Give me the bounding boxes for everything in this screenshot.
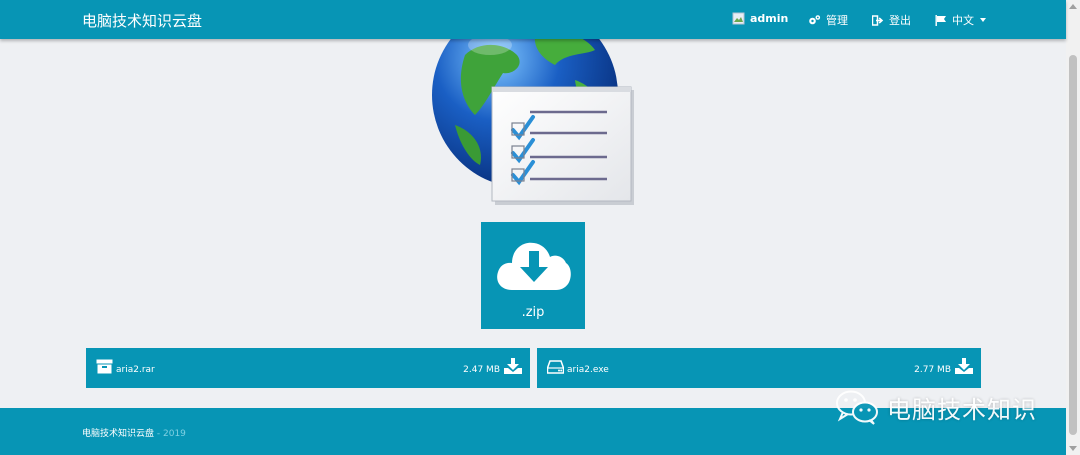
footer-year: - 2019 xyxy=(156,429,186,439)
admin-label: 管理 xyxy=(826,14,848,27)
footer-copyright: 电脑技术知识云盘 - 2019 xyxy=(82,426,186,439)
top-navbar: 电脑技术知识云盘 admin 管理 登出 中文 xyxy=(0,0,1066,39)
download-icon[interactable] xyxy=(504,358,522,374)
file-name: aria2.exe xyxy=(567,365,609,375)
language-label: 中文 xyxy=(952,14,974,27)
user-name: admin xyxy=(750,12,789,25)
file-item-exe[interactable]: aria2.exe 2.77 MB xyxy=(537,348,981,388)
scroll-down-arrow-icon[interactable] xyxy=(1069,446,1077,451)
file-size: 2.77 MB xyxy=(914,365,951,375)
file-name: aria2.rar xyxy=(116,365,155,375)
footer-site-link[interactable]: 电脑技术知识云盘 xyxy=(82,429,154,439)
logout-label: 登出 xyxy=(889,14,911,27)
flag-icon xyxy=(935,14,946,26)
wechat-icon xyxy=(836,390,878,425)
logout-link[interactable]: 登出 xyxy=(872,12,911,28)
user-menu[interactable]: admin xyxy=(732,12,788,25)
main-download-button[interactable]: .zip xyxy=(481,222,585,329)
file-size: 2.47 MB xyxy=(463,365,500,375)
scroll-up-arrow-icon[interactable] xyxy=(1069,4,1077,9)
sign-out-icon xyxy=(872,14,884,26)
vertical-scrollbar[interactable] xyxy=(1066,0,1080,455)
caret-down-icon xyxy=(980,18,986,22)
globe-checklist-illustration xyxy=(432,25,634,205)
download-extension-label: .zip xyxy=(521,305,545,320)
cloud-download-icon xyxy=(497,242,571,290)
user-avatar-icon xyxy=(732,12,745,25)
drive-icon xyxy=(547,360,564,374)
watermark-text: 电脑技术知识 xyxy=(887,395,1037,424)
file-item-rar[interactable]: aria2.rar 2.47 MB xyxy=(86,348,530,388)
scrollbar-thumb[interactable] xyxy=(1069,55,1077,435)
site-brand[interactable]: 电脑技术知识云盘 xyxy=(82,10,202,31)
language-dropdown[interactable]: 中文 xyxy=(935,12,986,28)
admin-link[interactable]: 管理 xyxy=(808,12,848,28)
download-icon[interactable] xyxy=(955,358,973,374)
archive-icon xyxy=(96,359,113,374)
watermark: 电脑技术知识 xyxy=(835,389,1037,425)
gears-icon xyxy=(809,15,821,25)
